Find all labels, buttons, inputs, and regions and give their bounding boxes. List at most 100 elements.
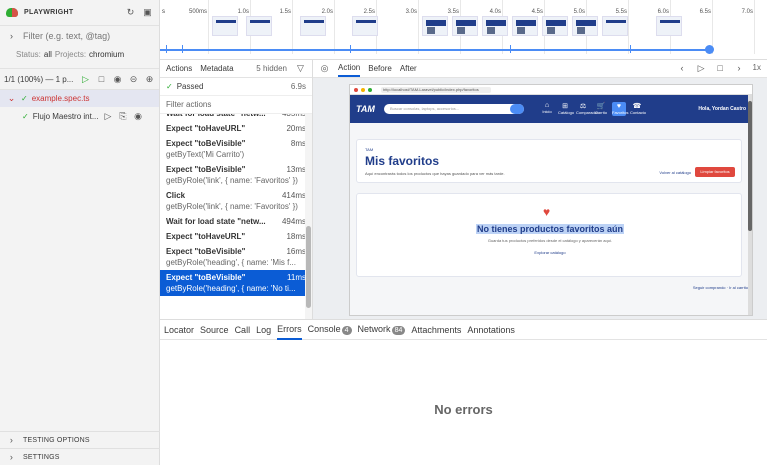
actions-list: Wait for load state "netw...435msExpect … (160, 114, 312, 319)
tab-log[interactable]: Log (256, 325, 271, 335)
tab-console[interactable]: Console 4 (308, 324, 352, 335)
timeline-thumbnail[interactable] (512, 16, 538, 36)
action-item[interactable]: Expect "toBeVisible" 13ms getByRole('link'… (160, 162, 312, 188)
back-to-catalog-link[interactable]: Volver al catálogo (659, 170, 691, 175)
settings-toggle[interactable]: › SETTINGS (0, 448, 160, 465)
open-source-icon[interactable]: ⎘ (118, 111, 129, 122)
site-nav-catálogo[interactable]: ⊞ Catálogo (558, 102, 574, 116)
tab-source[interactable]: Source (200, 325, 229, 335)
tab-before[interactable]: Before (368, 64, 392, 73)
snapshot-scrollbar[interactable] (748, 95, 752, 315)
timeline-thumbnail[interactable] (482, 16, 508, 36)
timeline-thumbnail[interactable] (422, 16, 448, 36)
nav-icon: ♥ (616, 103, 622, 110)
tree-file-item[interactable]: ⌄ ✓ example.spec.ts (0, 90, 159, 107)
status-label: Status: (16, 49, 41, 59)
site-nav-contacto[interactable]: ☎ Contacto (630, 102, 647, 116)
tab-actions[interactable]: Actions (166, 64, 192, 73)
tab-annotations[interactable]: Annotations (467, 325, 515, 335)
run-all-icon[interactable]: ▷ (80, 74, 91, 85)
tab-attachments[interactable]: Attachments (411, 325, 461, 335)
eye-icon[interactable]: ◉ (112, 74, 123, 85)
tab-metadata[interactable]: Metadata (200, 64, 233, 73)
external-window-icon[interactable]: □ (715, 63, 726, 74)
tab-label: Locator (164, 324, 195, 335)
action-name: Wait for load state "netw... (166, 217, 266, 226)
timeline-thumbnail[interactable] (602, 16, 628, 36)
timeline-thumbnail[interactable] (300, 16, 326, 36)
filter-actions-input[interactable]: Filter actions (160, 96, 312, 114)
chevron-left-icon[interactable]: ‹ (677, 63, 688, 74)
action-item[interactable]: Expect "toBeVisible" 16ms getByRole('headi… (160, 244, 312, 270)
watch-test-icon[interactable]: ◉ (133, 111, 144, 122)
action-item[interactable]: Expect "toBeVisible" 11ms getByRole('headi… (160, 270, 312, 296)
timeline-thumbnail[interactable] (542, 16, 568, 36)
timeline[interactable]: s 500ms 1.0s 1.5s 2.0s 2.5s 3.0s 3.5s 4.0s 4.5s 5… (160, 0, 767, 60)
tab-after[interactable]: After (400, 64, 417, 73)
test-name: Flujo Maestro int... (32, 111, 99, 121)
run-test-icon[interactable]: ▷ (103, 111, 114, 122)
reload-icon[interactable]: ↻ (125, 7, 136, 18)
action-item[interactable]: Expect "toBeVisible" 8ms getByText('Mi Car… (160, 136, 312, 162)
pass-check-icon: ✓ (22, 111, 29, 121)
timeline-thumbnail[interactable] (452, 16, 478, 36)
nav-icon: ⚖ (579, 103, 587, 110)
timeline-tick-label: 1.0s (237, 9, 249, 15)
projects-value: chromium (89, 49, 125, 59)
action-item[interactable]: Wait for load state "netw...435ms (160, 114, 312, 121)
tab-errors[interactable]: Errors (277, 320, 302, 340)
site-nav-comparador[interactable]: ⚖ Comparador (576, 102, 598, 116)
stop-icon[interactable]: □ (96, 74, 107, 85)
zoom-level[interactable]: 1x (753, 63, 761, 74)
tab-network[interactable]: Network 84 (358, 324, 406, 335)
chevron-right-icon[interactable]: › (734, 63, 745, 74)
action-item[interactable]: Click 414ms getByRole('link', { name: 'Fav… (160, 188, 312, 214)
timeline-thumbnail[interactable] (572, 16, 598, 36)
collapse-icon[interactable]: ⊝ (128, 74, 139, 85)
testing-options-toggle[interactable]: › TESTING OPTIONS (0, 431, 160, 448)
filter-icon[interactable]: ▽ (295, 63, 306, 74)
site-nav-favoritos[interactable]: ♥ Favoritos (612, 102, 628, 116)
chevron-right-icon[interactable]: › (6, 31, 17, 42)
nav-icon: 🛒 (596, 103, 606, 110)
chevron-down-icon[interactable]: ⌄ (6, 93, 17, 104)
actions-scrollbar[interactable] (305, 114, 312, 319)
tab-call[interactable]: Call (235, 325, 251, 335)
site-nav-carrito[interactable]: 🛒 Carrito (594, 102, 608, 116)
filter-input[interactable]: Filter (e.g. text, @tag) (23, 31, 110, 41)
tab-action[interactable]: Action (338, 60, 361, 77)
continue-shopping-link[interactable]: Seguir comprando (693, 285, 726, 290)
action-item[interactable]: Expect "toHaveURL" 18ms (160, 229, 312, 244)
timeline-handle[interactable] (705, 45, 714, 54)
tree-test-item[interactable]: ✓ Flujo Maestro int... ▷ ⎘ ◉ (0, 107, 159, 125)
action-item[interactable]: Wait for load state "netw... 494ms (160, 214, 312, 229)
go-to-cart-link[interactable]: Ir al carrito (729, 285, 748, 290)
empty-title-text: No tienes productos favoritos aún (475, 224, 625, 234)
tab-locator[interactable]: Locator (164, 325, 194, 335)
timeline-thumbnail[interactable] (212, 16, 238, 36)
action-item[interactable]: Expect "toHaveURL" 20ms (160, 121, 312, 136)
site-search[interactable]: Buscar consolas, laptops, accesorios... (384, 104, 524, 114)
snapshot-url: http://localhost/TAM-Laravel/public/inde… (381, 86, 491, 93)
status-filter[interactable]: Status: all Projects: chromium (0, 46, 159, 62)
empty-state-card: ♥ No tienes productos favoritos aún Guar… (356, 193, 742, 277)
timeline-thumbnail[interactable] (656, 16, 682, 36)
timeline-thumbnail[interactable] (246, 16, 272, 36)
filter-row: › Filter (e.g. text, @tag) (0, 26, 159, 46)
site-navbar: TAM Buscar consolas, laptops, accesorios… (350, 95, 752, 123)
expand-icon[interactable]: ⊕ (144, 74, 155, 85)
hidden-count[interactable]: 5 hidden (256, 64, 287, 73)
nav-label: Contacto (630, 110, 647, 115)
timeline-marker (350, 45, 351, 53)
play-icon[interactable]: ▷ (696, 63, 707, 74)
status-value: all (43, 49, 52, 59)
action-duration: 8ms (290, 139, 306, 148)
explore-catalog-link[interactable]: Explorar catálogo (357, 250, 743, 255)
timeline-thumbnail[interactable] (352, 16, 378, 36)
clear-favorites-button[interactable]: Limpiar favoritos (695, 167, 735, 177)
watch-icon[interactable]: ▣ (142, 7, 153, 18)
site-nav-inicio[interactable]: ⌂ Inicio (540, 102, 554, 116)
run-count: 1/1 (100%) — 1 p... (4, 74, 74, 84)
site-user[interactable]: Hola, Yordan Castro (698, 106, 746, 112)
pick-locator-icon[interactable]: ◎ (319, 63, 330, 74)
